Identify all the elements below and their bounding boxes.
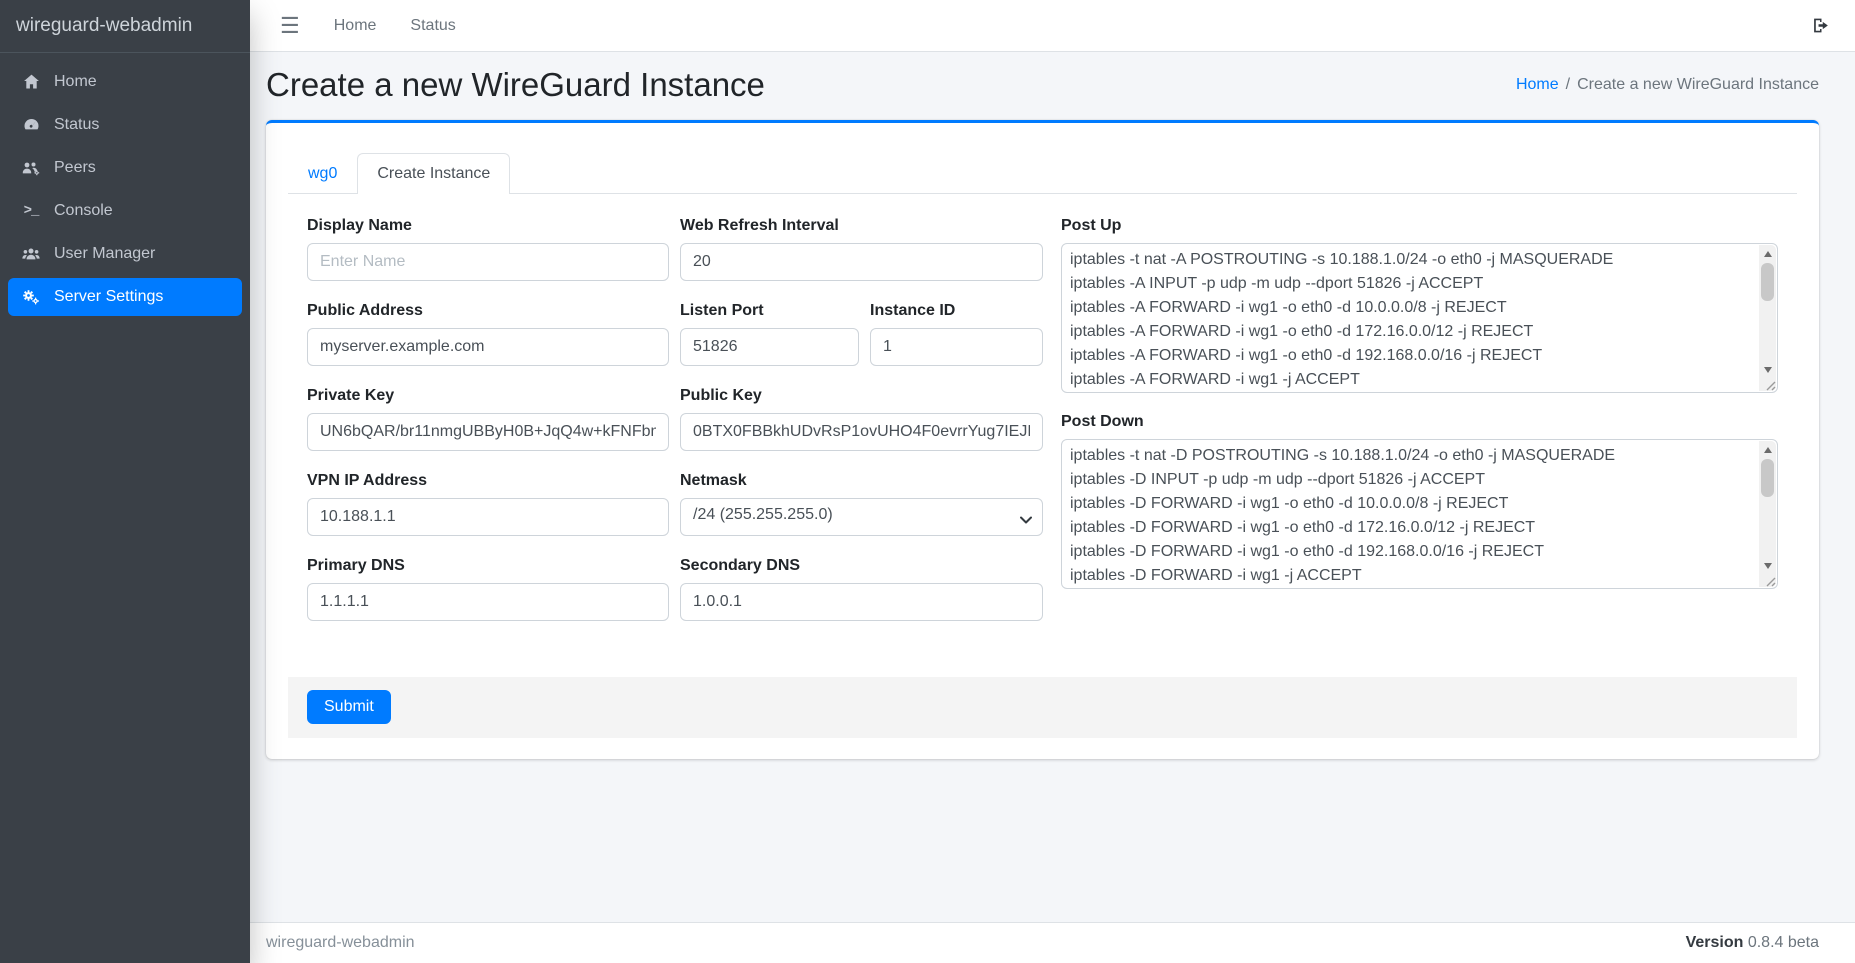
listen-port-label: Listen Port <box>680 302 859 320</box>
page-header: Create a new WireGuard Instance Home / Cre… <box>266 66 1819 104</box>
sidebar-item-status[interactable]: Status <box>8 106 242 144</box>
navbar-link-home[interactable]: Home <box>334 17 377 35</box>
gears-icon <box>16 289 46 305</box>
netmask-select[interactable]: /24 (255.255.255.0) <box>680 498 1043 536</box>
tab-wg0[interactable]: wg0 <box>288 153 357 194</box>
main-area: ☰ Home Status Create a new WireGuard Ins… <box>250 0 1855 963</box>
breadcrumb-separator: / <box>1566 76 1570 93</box>
primary-dns-label: Primary DNS <box>307 557 669 575</box>
breadcrumb-current: Create a new WireGuard Instance <box>1577 76 1819 93</box>
display-name-field[interactable] <box>307 243 669 281</box>
chevron-down-icon <box>1020 511 1032 529</box>
terminal-icon: >_ <box>16 203 46 219</box>
footer-brand: wireguard-webadmin <box>266 934 415 952</box>
scroll-down-arrow-icon[interactable] <box>1759 557 1776 574</box>
scroll-down-arrow-icon[interactable] <box>1759 361 1776 378</box>
textarea-resize-grip[interactable] <box>1763 574 1776 587</box>
breadcrumb-home-link[interactable]: Home <box>1516 76 1559 93</box>
form-column-2: Web Refresh Interval Listen Port Instanc… <box>680 217 1043 642</box>
hamburger-menu-icon[interactable]: ☰ <box>280 15 300 37</box>
public-address-field[interactable] <box>307 328 669 366</box>
post-up-label: Post Up <box>1061 217 1778 235</box>
form-column-3: Post Up iptables -t nat -A POSTROUTING -… <box>1061 217 1778 642</box>
sidebar-item-label: Home <box>54 73 97 91</box>
primary-dns-field[interactable] <box>307 583 669 621</box>
sidebar-item-label: Server Settings <box>54 288 163 306</box>
instance-id-label: Instance ID <box>870 302 1043 320</box>
version-value: 0.8.4 beta <box>1748 934 1819 951</box>
sidebar-item-console[interactable]: >_ Console <box>8 192 242 230</box>
scroll-up-arrow-icon[interactable] <box>1759 441 1776 458</box>
post-up-scrollbar[interactable] <box>1759 245 1776 391</box>
sidebar-menu: Home Status Peers >_ Console <box>0 53 250 331</box>
submit-band: Submit <box>288 677 1797 738</box>
secondary-dns-field[interactable] <box>680 583 1043 621</box>
sidebar-item-label: Status <box>54 116 99 134</box>
public-key-field[interactable] <box>680 413 1043 451</box>
navbar-link-status[interactable]: Status <box>410 17 455 35</box>
top-navbar: ☰ Home Status <box>250 0 1855 52</box>
form-column-1: Display Name Public Address Private Key <box>307 217 669 642</box>
post-up-textarea[interactable]: iptables -t nat -A POSTROUTING -s 10.188… <box>1061 243 1778 393</box>
page-footer: wireguard-webadmin Version 0.8.4 beta <box>250 922 1855 963</box>
vpn-ip-field[interactable] <box>307 498 669 536</box>
post-down-scrollbar[interactable] <box>1759 441 1776 587</box>
public-address-label: Public Address <box>307 302 669 320</box>
listen-port-field[interactable] <box>680 328 859 366</box>
scroll-up-arrow-icon[interactable] <box>1759 245 1776 262</box>
web-refresh-interval-label: Web Refresh Interval <box>680 217 1043 235</box>
post-down-content: iptables -t nat -D POSTROUTING -s 10.188… <box>1064 442 1758 586</box>
private-key-label: Private Key <box>307 387 669 405</box>
tab-create-instance[interactable]: Create Instance <box>357 153 510 194</box>
sidebar: wireguard-webadmin Home Status Peers <box>0 0 250 963</box>
version-label: Version <box>1686 934 1744 951</box>
vpn-ip-label: VPN IP Address <box>307 472 669 490</box>
sidebar-item-user-manager[interactable]: User Manager <box>8 235 242 273</box>
sidebar-item-peers[interactable]: Peers <box>8 149 242 187</box>
netmask-label: Netmask <box>680 472 1043 490</box>
tab-bar: wg0 Create Instance <box>288 153 1797 194</box>
logout-icon[interactable] <box>1812 17 1831 34</box>
content-wrapper: Create a new WireGuard Instance Home / Cre… <box>250 52 1855 922</box>
netmask-selected-value: /24 (255.255.255.0) <box>693 506 833 523</box>
sidebar-item-label: User Manager <box>54 245 155 263</box>
users-icon <box>16 246 46 262</box>
secondary-dns-label: Secondary DNS <box>680 557 1043 575</box>
post-up-content: iptables -t nat -A POSTROUTING -s 10.188… <box>1064 246 1758 390</box>
sidebar-item-label: Console <box>54 202 113 220</box>
sidebar-item-home[interactable]: Home <box>8 63 242 101</box>
sidebar-item-server-settings[interactable]: Server Settings <box>8 278 242 316</box>
instance-id-field[interactable] <box>870 328 1043 366</box>
web-refresh-interval-field[interactable] <box>680 243 1043 281</box>
home-icon <box>16 74 46 90</box>
page-title: Create a new WireGuard Instance <box>266 66 765 104</box>
instance-card: wg0 Create Instance Display Name Public … <box>266 120 1819 759</box>
public-key-label: Public Key <box>680 387 1043 405</box>
version-text: Version 0.8.4 beta <box>1686 934 1819 952</box>
submit-button[interactable]: Submit <box>307 690 391 724</box>
instance-form: Display Name Public Address Private Key <box>307 217 1778 642</box>
textarea-resize-grip[interactable] <box>1763 378 1776 391</box>
scrollbar-thumb[interactable] <box>1761 263 1774 301</box>
post-down-textarea[interactable]: iptables -t nat -D POSTROUTING -s 10.188… <box>1061 439 1778 589</box>
sidebar-brand: wireguard-webadmin <box>0 0 250 53</box>
private-key-field[interactable] <box>307 413 669 451</box>
breadcrumb: Home / Create a new WireGuard Instance <box>1516 76 1819 94</box>
display-name-label: Display Name <box>307 217 669 235</box>
sidebar-item-label: Peers <box>54 159 96 177</box>
gauge-icon <box>16 117 46 133</box>
app-layout: wireguard-webadmin Home Status Peers <box>0 0 1855 963</box>
post-down-label: Post Down <box>1061 413 1778 431</box>
scrollbar-thumb[interactable] <box>1761 459 1774 497</box>
users-gear-icon <box>16 160 46 176</box>
